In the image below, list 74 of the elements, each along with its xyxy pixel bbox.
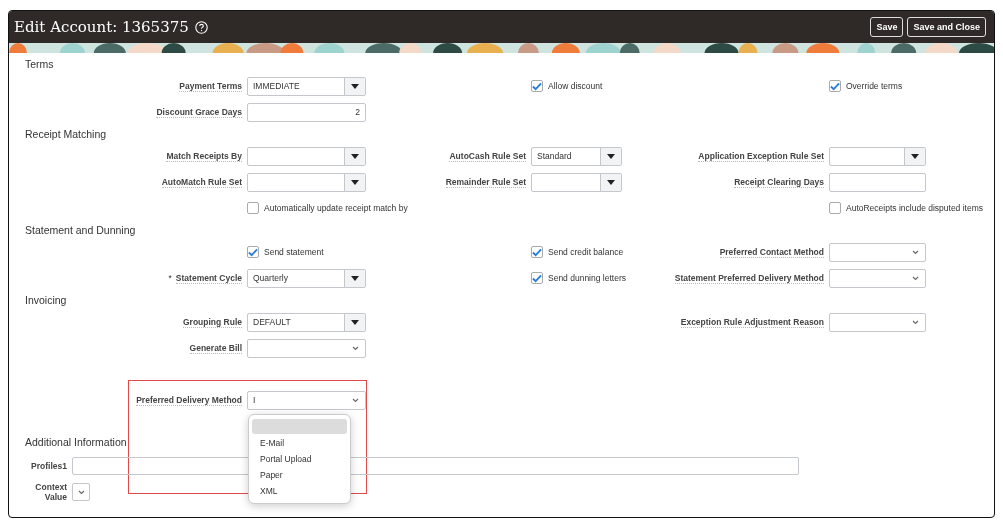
field-label: AutoMatch Rule Set xyxy=(161,177,242,188)
check-icon xyxy=(830,81,840,91)
caret-icon xyxy=(351,153,359,159)
chevron-down-icon xyxy=(352,345,359,351)
dropdown-option[interactable]: Paper xyxy=(252,466,347,483)
header-button[interactable]: Save and Close xyxy=(907,17,986,37)
field-label: Remainder Rule Set xyxy=(445,177,526,188)
select-field[interactable]: DEFAULT xyxy=(247,312,366,332)
input-field[interactable] xyxy=(829,172,926,192)
checkbox[interactable]: Override terms xyxy=(829,80,903,92)
help-icon[interactable] xyxy=(194,20,208,34)
dropdown-field[interactable] xyxy=(829,242,926,262)
select-field[interactable] xyxy=(247,172,366,192)
checkbox[interactable]: Allow discount xyxy=(531,80,603,92)
caret-icon xyxy=(351,179,359,185)
field-label: Statement Cycle xyxy=(175,273,242,284)
checkbox[interactable]: Send credit balance xyxy=(531,246,624,258)
field-label: Match Receipts By xyxy=(166,151,242,162)
checkbox[interactable]: Automatically update receipt match by xyxy=(247,202,408,214)
field-label: AutoCash Rule Set xyxy=(449,151,526,162)
section-heading: Invoicing xyxy=(24,293,68,308)
field-label: Application Exception Rule Set xyxy=(698,151,824,162)
check-icon xyxy=(532,247,542,257)
check-icon xyxy=(532,273,542,283)
select-field[interactable] xyxy=(531,172,622,192)
section-heading: Additional Information xyxy=(24,435,127,450)
field-label: Statement Preferred Delivery Method xyxy=(674,273,824,284)
highlighted-option[interactable] xyxy=(252,418,347,434)
dropdown-field[interactable]: I xyxy=(247,390,366,410)
required-mark: * xyxy=(168,273,172,283)
checkbox[interactable]: AutoReceipts include disputed items xyxy=(829,202,984,214)
dropdown-option[interactable]: E-Mail xyxy=(252,434,347,451)
field-label: Preferred Delivery Method xyxy=(136,395,242,406)
field-label: Grouping Rule xyxy=(182,317,242,328)
field-label: Discount Grace Days xyxy=(156,107,242,118)
field-label: Exception Rule Adjustment Reason xyxy=(680,317,824,328)
check-icon xyxy=(248,247,258,257)
caret-icon xyxy=(911,153,919,159)
dropdown-field[interactable] xyxy=(247,338,366,358)
caret-icon xyxy=(351,319,359,325)
section-heading: Terms xyxy=(24,57,55,72)
checkbox[interactable]: Send dunning letters xyxy=(531,272,626,284)
caret-icon xyxy=(351,275,359,281)
chevron-down-icon xyxy=(77,489,85,495)
field-label: Receipt Clearing Days xyxy=(734,177,824,188)
section-heading: Statement and Dunning xyxy=(24,223,137,238)
dropdown-field[interactable] xyxy=(829,268,926,288)
chevron-down-icon xyxy=(912,275,919,281)
section-heading: Receipt Matching xyxy=(24,127,108,142)
select-field[interactable] xyxy=(247,146,366,166)
dropdown-field[interactable] xyxy=(72,483,90,501)
select-field[interactable]: IMMEDIATE xyxy=(247,76,366,96)
field-label: Payment Terms xyxy=(179,81,242,92)
select-field[interactable]: Quarterly xyxy=(247,268,366,288)
field-label: Profiles1 xyxy=(30,460,67,472)
chevron-down-icon xyxy=(912,249,919,255)
dropdown-option[interactable]: Portal Upload xyxy=(252,450,347,467)
dropdown-field[interactable] xyxy=(829,312,926,332)
select-field[interactable] xyxy=(829,146,926,166)
field-label: Preferred Contact Method xyxy=(719,247,824,258)
chevron-down-icon xyxy=(352,397,359,403)
select-field[interactable]: Standard xyxy=(531,146,622,166)
check-icon xyxy=(532,81,542,91)
window-title: Edit Account: 1365375 xyxy=(14,18,189,36)
header-button[interactable]: Save xyxy=(870,17,904,37)
field-label: Context Value xyxy=(34,481,67,503)
caret-icon xyxy=(607,179,615,185)
field-label: Generate Bill xyxy=(189,343,242,354)
input-field[interactable]: 2 xyxy=(247,102,366,122)
caret-icon xyxy=(351,83,359,89)
chevron-down-icon xyxy=(912,319,919,325)
checkbox[interactable]: Send statement xyxy=(247,246,324,258)
dropdown-option[interactable]: XML xyxy=(252,482,347,499)
caret-icon xyxy=(607,153,615,159)
